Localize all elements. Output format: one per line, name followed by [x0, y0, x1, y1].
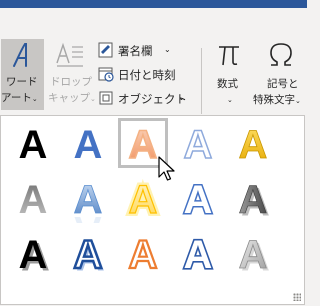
wordart-preview-letter: AA — [182, 231, 214, 278]
svg-text:A: A — [74, 178, 103, 222]
wordart-style-silver-gradient[interactable]: AA — [228, 228, 278, 278]
svg-text:A: A — [74, 123, 103, 167]
wordart-style-black-shadow[interactable]: AA — [8, 228, 58, 278]
resize-grip[interactable] — [293, 293, 301, 301]
date-time-label: 日付と時刻 — [118, 68, 176, 82]
drop-cap-button[interactable]: ドロップ キャップ⌄ — [46, 39, 96, 110]
wordart-preview-letter: AA — [238, 233, 270, 278]
svg-text:A: A — [19, 178, 48, 222]
svg-text:A: A — [129, 178, 158, 222]
svg-text:A: A — [184, 123, 213, 167]
wordart-preview-letter: AA — [238, 178, 270, 223]
svg-text:A: A — [74, 233, 103, 277]
wordart-style-gold-gradient[interactable]: A — [228, 118, 278, 168]
calendar-clock-icon — [98, 67, 114, 82]
wordart-style-gray-gradient[interactable]: A — [8, 173, 58, 223]
svg-text:A: A — [184, 178, 213, 222]
object-label: オブジェクト — [118, 92, 187, 106]
pi-icon — [219, 46, 239, 66]
chevron-down-icon: ⌄ — [295, 97, 301, 105]
svg-text:A: A — [239, 178, 268, 222]
svg-text:A: A — [129, 123, 158, 167]
wordart-style-black-solid[interactable]: A — [8, 118, 58, 168]
object-icon — [99, 91, 113, 105]
chevron-down-icon: ⌄ — [164, 45, 171, 54]
wordart-gallery: A A A A A A A A A A A A A A A A A A A A … — [0, 115, 305, 305]
wordart-button[interactable]: ワード アート⌄ — [1, 39, 44, 110]
wordart-style-orange-outline-white[interactable]: A — [118, 228, 168, 278]
wordart-style-blue-outline-thick[interactable]: AA — [173, 228, 223, 278]
svg-text:A: A — [19, 123, 48, 167]
chevron-down-icon: ⌄ — [90, 95, 96, 103]
wordart-preview-letter: A — [19, 178, 48, 222]
chevron-down-icon: ⌄ — [227, 96, 233, 104]
signature-line-label: 署名欄 — [118, 44, 153, 58]
ribbon-insert-text-group: ワード アート⌄ ドロップ キャップ⌄ 署名欄 ⌄ 日付と時刻 オブジェクト ⌄… — [0, 8, 307, 115]
chevron-down-icon: ⌄ — [178, 93, 185, 102]
wordart-preview-letter: A — [127, 232, 158, 278]
drop-cap-icon — [56, 42, 83, 67]
wordart-label-line2: アート⌄ — [1, 92, 38, 104]
symbol-label-line2: 特殊文字⌄ — [253, 94, 301, 106]
group-separator — [201, 48, 202, 114]
wordart-preview-letter: AA — [19, 233, 50, 278]
wordart-preview-letter: AA — [73, 178, 103, 223]
wordart-preview-letter: A — [238, 123, 268, 168]
equation-button[interactable]: 数式 ⌄ — [207, 39, 251, 110]
symbol-label-line1: 記号と — [267, 78, 299, 90]
svg-text:A: A — [19, 233, 48, 277]
drop-cap-label-line2: キャップ⌄ — [48, 92, 96, 104]
wordart-style-gray-bevel[interactable]: AA — [228, 173, 278, 223]
drop-cap-label-line1: ドロップ — [50, 76, 92, 88]
equation-label: 数式 — [217, 78, 238, 90]
wordart-style-light-blue-outline[interactable]: A — [173, 118, 223, 168]
wordart-label-line1: ワード — [6, 76, 38, 88]
svg-text:A: A — [129, 233, 158, 277]
wordart-style-blue-reflection[interactable]: AA — [63, 173, 113, 223]
wordart-preview-letter: A — [183, 122, 213, 168]
svg-text:A: A — [184, 233, 213, 277]
svg-text:A: A — [239, 233, 268, 277]
svg-text:A: A — [239, 123, 268, 167]
wordart-preview-letter: AA — [72, 232, 105, 278]
wordart-style-blue-solid[interactable]: A — [63, 118, 113, 168]
object-button[interactable]: オブジェクト ⌄ — [98, 89, 188, 109]
chevron-down-icon: ⌄ — [31, 95, 38, 103]
wordart-preview-letter: A — [19, 123, 48, 167]
wordart-preview-letter: AA — [182, 177, 214, 224]
omega-icon — [270, 43, 292, 66]
title-bar — [0, 0, 307, 8]
wordart-icon — [13, 43, 27, 67]
mouse-pointer-icon — [158, 156, 175, 181]
wordart-preview-letter: A — [74, 123, 103, 167]
date-time-button[interactable]: 日付と時刻 — [98, 65, 178, 85]
signature-line-button[interactable]: 署名欄 ⌄ — [98, 41, 176, 61]
wordart-style-blue-outline-double[interactable]: AA — [173, 173, 223, 224]
symbol-button[interactable]: 記号と 特殊文字⌄ — [251, 39, 307, 110]
signature-line-icon — [98, 42, 113, 58]
wordart-style-blue-outline-white-fill[interactable]: AA — [63, 228, 113, 278]
